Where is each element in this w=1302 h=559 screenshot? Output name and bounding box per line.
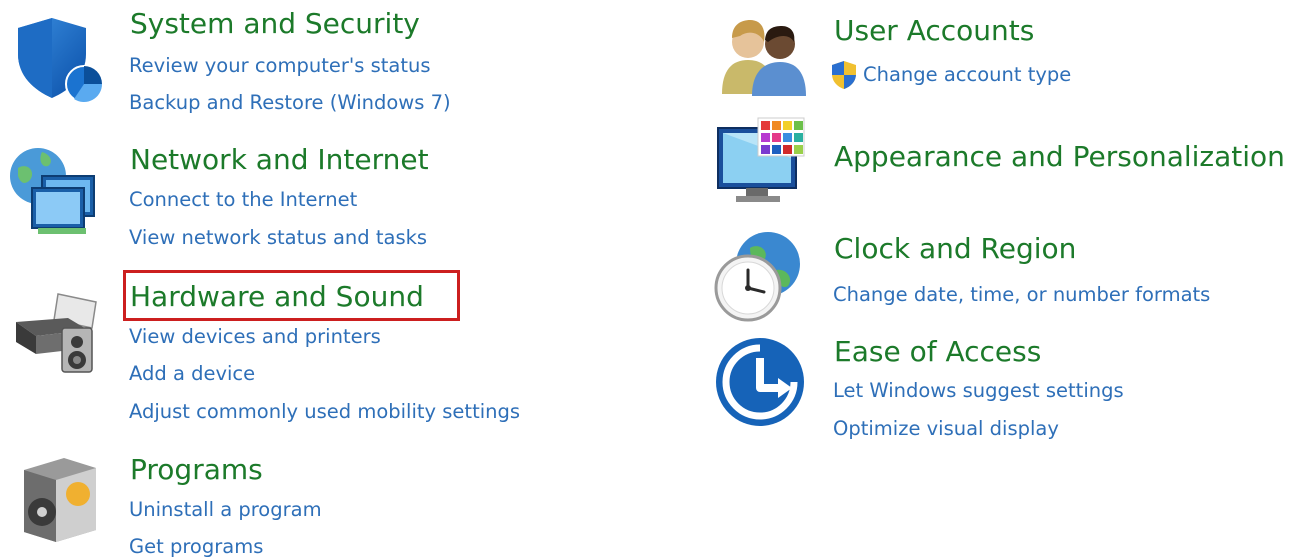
link-change-date-time-formats[interactable]: Change date, time, or number formats xyxy=(833,283,1210,307)
category-title-ease-of-access[interactable]: Ease of Access xyxy=(834,335,1041,369)
link-uninstall-program[interactable]: Uninstall a program xyxy=(129,498,322,522)
link-let-windows-suggest[interactable]: Let Windows suggest settings xyxy=(833,379,1124,403)
programs-disc-icon[interactable] xyxy=(20,456,100,544)
category-title-user-accounts[interactable]: User Accounts xyxy=(834,14,1034,48)
category-title-hardware-sound[interactable]: Hardware and Sound xyxy=(130,280,424,314)
link-backup-restore[interactable]: Backup and Restore (Windows 7) xyxy=(129,91,451,115)
link-view-devices-printers[interactable]: View devices and printers xyxy=(129,325,381,349)
category-title-system-security[interactable]: System and Security xyxy=(130,7,420,41)
users-icon[interactable] xyxy=(718,12,808,98)
category-title-clock-region[interactable]: Clock and Region xyxy=(834,232,1076,266)
clock-globe-icon[interactable] xyxy=(710,230,804,324)
link-add-device[interactable]: Add a device xyxy=(129,362,255,386)
link-review-computer-status[interactable]: Review your computer's status xyxy=(129,54,431,78)
category-title-programs[interactable]: Programs xyxy=(130,453,263,487)
category-title-appearance[interactable]: Appearance and Personalization xyxy=(834,140,1285,174)
uac-shield-icon xyxy=(832,61,856,89)
link-adjust-mobility-settings[interactable]: Adjust commonly used mobility settings xyxy=(129,400,520,424)
monitor-palette-icon[interactable] xyxy=(712,114,810,210)
shield-icon[interactable] xyxy=(12,14,104,106)
link-optimize-visual-display[interactable]: Optimize visual display xyxy=(833,417,1059,441)
printer-speaker-icon[interactable] xyxy=(8,288,100,378)
category-title-network-internet[interactable]: Network and Internet xyxy=(130,143,429,177)
link-change-account-type[interactable]: Change account type xyxy=(863,63,1071,87)
link-get-programs[interactable]: Get programs xyxy=(129,535,263,559)
ease-of-access-icon[interactable] xyxy=(714,336,806,428)
link-connect-internet[interactable]: Connect to the Internet xyxy=(129,188,357,212)
network-globe-icon[interactable] xyxy=(8,142,106,238)
link-view-network-status[interactable]: View network status and tasks xyxy=(129,226,427,250)
